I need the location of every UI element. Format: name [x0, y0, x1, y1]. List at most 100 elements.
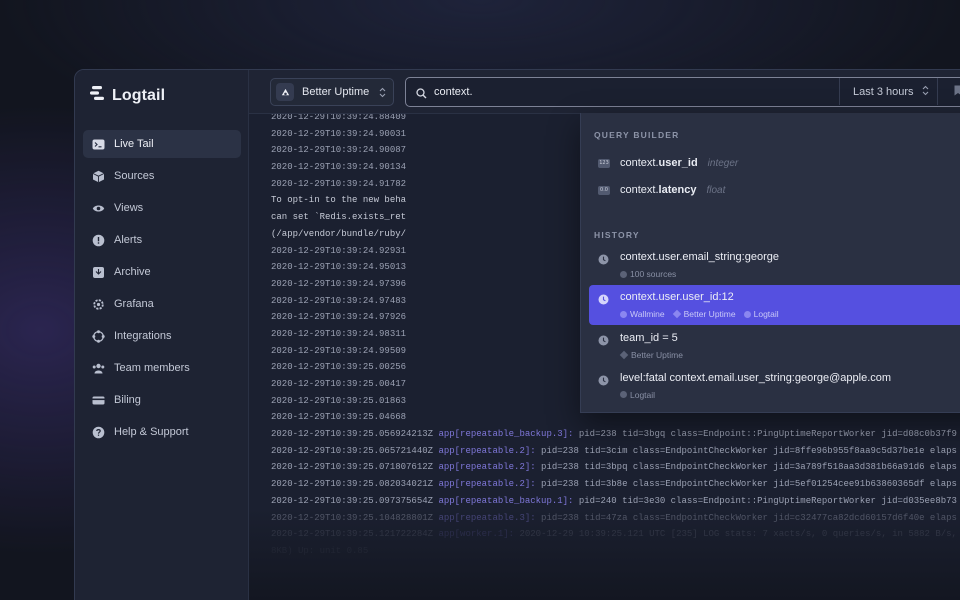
sidebar-item-grafana[interactable]: Grafana — [83, 290, 241, 318]
topbar: Better Uptime Last 3 hours — [249, 70, 960, 114]
sidebar-item-sources[interactable]: Sources — [83, 162, 241, 190]
sidebar-item-live-tail[interactable]: Live Tail — [83, 130, 241, 158]
bookmark-icon — [954, 83, 960, 101]
log-text: 2020-12-29T10:39:24.90134 — [271, 162, 407, 173]
log-text: 2020-12-29T10:39:25.065721440Z — [271, 445, 439, 456]
sidebar-item-views[interactable]: Views — [83, 194, 241, 222]
source-tag: Logtail — [743, 309, 779, 320]
source-tag-label: Better Uptime — [631, 349, 683, 360]
sidebar-item-label: Biling — [114, 394, 141, 406]
field-path: context.latency — [620, 184, 696, 196]
log-text: 2020-12-29T10:39:25.056924213Z — [271, 429, 439, 440]
search-suggestions-dropdown: QUERY BUILDER 123 context.user_id integer 0… — [580, 113, 960, 413]
log-message: pid=238 tid=3cim class=EndpointCheckWork… — [535, 445, 957, 456]
log-line: 2020-12-29T10:39:25.097375654Z app[repea… — [271, 493, 960, 510]
chevron-updown-icon — [379, 87, 386, 101]
log-text: 2020-12-29T10:39:24.95013 — [271, 262, 407, 273]
history-sources: 100 sources — [620, 269, 676, 279]
integrations-icon — [92, 329, 105, 343]
source-icon — [619, 350, 629, 359]
users-icon — [92, 362, 105, 375]
log-app-tag: app[repeatable_backup.3]: — [438, 429, 574, 440]
history-sources: Better Uptime — [619, 349, 683, 360]
field-key: latency — [658, 184, 697, 196]
log-text: 2020-12-29T10:39:24.91782 — [271, 178, 407, 189]
history-item[interactable]: context.user.email_string:george 100 sour… — [589, 245, 960, 285]
source-tag: Wallmine — [620, 309, 665, 319]
log-text: (/app/vendor/bundle/ruby/ — [271, 228, 407, 239]
log-app-tag: app[repeatable.2]: — [438, 445, 536, 456]
clock-icon — [598, 252, 609, 270]
main-panel: 2020-12-29T10:39:24.88409 2020-12-29T10:3… — [249, 70, 960, 600]
source-tag: Better Uptime — [619, 349, 683, 360]
source-tag-label: Logtail — [630, 389, 656, 400]
sidebar-item-label: Integrations — [114, 330, 172, 342]
field-type-icon: 0.0 — [598, 185, 610, 195]
log-text: 2020-12-29T10:39:24.97926 — [271, 312, 407, 323]
archive-icon — [92, 266, 105, 279]
time-range-select[interactable]: Last 3 hours — [839, 78, 937, 105]
sidebar-item-integrations[interactable]: Integrations — [83, 322, 241, 350]
better-uptime-logo-icon — [276, 83, 294, 101]
log-message: pid=238 tid=3bgq class=Endpoint::PingUpt… — [573, 429, 957, 440]
save-view-button[interactable] — [937, 78, 960, 105]
cube-icon — [92, 170, 105, 183]
source-tag: Logtail — [620, 390, 655, 400]
sidebar-item-archive[interactable]: Archive — [83, 258, 241, 286]
log-text: 2020-12-29T10:39:25.121722284Z — [271, 529, 439, 540]
search-box: Last 3 hours — [405, 77, 960, 107]
sidebar-item-team-members[interactable]: Team members — [83, 354, 241, 382]
log-text: 2020-12-29T10:39:25.01863 — [271, 395, 407, 406]
field-type: float — [706, 184, 726, 196]
log-message: pid=238 tid=3bpq class=EndpointCheckWork… — [535, 462, 957, 473]
query-field-latency[interactable]: 0.0 context.latency float — [598, 181, 725, 199]
source-icon — [620, 270, 627, 278]
log-line: 2020-12-29T10:39:25.065721440Z app[repea… — [271, 443, 960, 460]
sidebar-item-label: Live Tail — [114, 138, 154, 150]
grafana-icon — [92, 298, 105, 311]
log-line: 2020-12-29T10:39:25.082034021Z app[repea… — [271, 476, 960, 493]
log-text: 2020-12-29T10:39:25.071807612Z — [271, 462, 439, 473]
history-query: team_id = 5 — [620, 331, 678, 344]
credit-card-icon — [92, 394, 105, 407]
log-text: 2020-12-29T10:39:24.90031 — [271, 128, 407, 139]
sidebar-item-label: Team members — [114, 362, 190, 374]
sidebar-item-help-support[interactable]: Help & Support — [83, 418, 241, 446]
log-text: 2020-12-29T10:39:24.99509 — [271, 345, 407, 356]
logtail-logo-icon — [89, 85, 105, 106]
source-select[interactable]: Better Uptime — [270, 78, 394, 106]
sidebar-item-biling[interactable]: Biling — [83, 386, 241, 414]
sidebar-nav: Live Tail Sources Views Alerts Archive Grafan… — [83, 130, 241, 450]
clock-icon — [598, 333, 609, 351]
log-line: 8KB) Up: unit 0.85 — [271, 543, 960, 560]
history-title: HISTORY — [594, 230, 640, 240]
source-icon — [620, 391, 627, 399]
sidebar-item-alerts[interactable]: Alerts — [83, 226, 241, 254]
sidebar-item-label: Help & Support — [114, 426, 189, 438]
source-icon — [620, 310, 627, 318]
log-line: 2020-12-29T10:39:25.104828801Z app[repea… — [271, 510, 960, 527]
terminal-icon — [92, 138, 105, 151]
log-text: 2020-12-29T10:39:25.104828801Z — [271, 512, 439, 523]
source-tag: 100 sources — [620, 269, 676, 279]
chevron-updown-icon — [922, 85, 929, 99]
field-prefix: context. — [620, 157, 659, 169]
history-item[interactable]: team_id = 5 Better Uptime — [589, 326, 960, 366]
source-tag-label: Logtail — [753, 309, 779, 320]
history-item[interactable]: level:fatal context.email.user_string:ge… — [589, 366, 960, 406]
log-message: pid=238 tid=3b8e class=EndpointCheckWork… — [535, 479, 957, 490]
log-text: 2020-12-29T10:39:25.097375654Z — [271, 495, 439, 506]
query-field-user-id[interactable]: 123 context.user_id integer — [598, 154, 738, 172]
source-icon — [743, 310, 751, 318]
sidebar: Logtail Live Tail Sources Views Alerts Archi… — [75, 70, 249, 600]
history-item[interactable]: context.user.user_id:12 Wallmine Better Up… — [589, 285, 960, 326]
brand[interactable]: Logtail — [89, 85, 165, 106]
help-icon — [92, 426, 105, 439]
history-query: level:fatal context.email.user_string:ge… — [620, 371, 892, 384]
sidebar-item-label: Grafana — [114, 298, 154, 310]
search-input[interactable] — [434, 83, 824, 101]
log-message: 2020-12-29 10:39:25.121 UTC [235] LOG st… — [514, 529, 957, 540]
sidebar-item-label: Views — [114, 202, 144, 214]
log-text: 2020-12-29T10:39:25.00256 — [271, 362, 407, 373]
log-app-tag: app[worker.1]: — [438, 529, 515, 540]
